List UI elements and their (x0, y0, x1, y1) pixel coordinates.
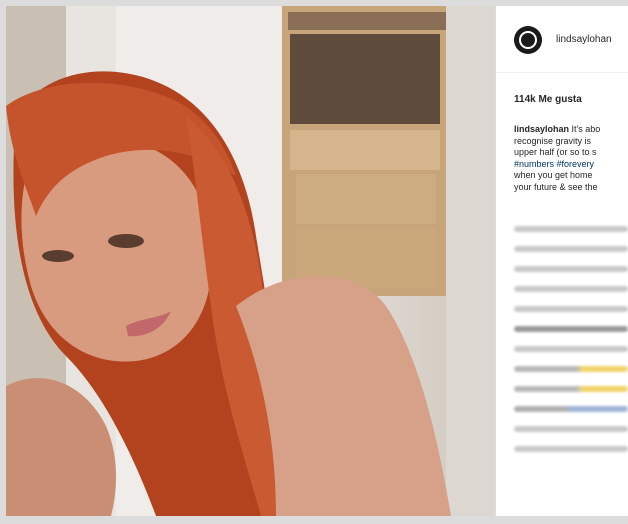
blurred-comment (514, 326, 628, 332)
username-link[interactable]: lindsaylohan (556, 34, 612, 45)
caption-text-line-2: recognise gravity is (514, 135, 592, 146)
post-photo (6, 6, 494, 516)
blurred-comment (514, 366, 628, 372)
selfie-image (6, 6, 494, 516)
blurred-comment (514, 426, 628, 432)
screenshot-frame: lindsaylohan 114k Me gusta lindsaylohan … (0, 0, 628, 524)
blurred-comment (514, 266, 628, 272)
blurred-comment (514, 226, 628, 232)
blurred-comment (514, 246, 628, 252)
caption-text-line-6: your future & see the (514, 181, 598, 192)
caption-text-line-3: upper half (or so to s (514, 147, 597, 157)
blurred-comment (514, 306, 628, 312)
blurred-comment (514, 286, 628, 292)
blurred-comments (514, 226, 628, 466)
caption-text-line-5: when you get home (514, 170, 593, 180)
caption-text-line-1: It's abo (571, 124, 601, 134)
post-header: lindsaylohan (496, 6, 628, 73)
post-caption: lindsaylohan It's abo recognise gravity … (514, 124, 628, 193)
caption-username-link[interactable]: lindsaylohan (514, 124, 569, 134)
post-side-panel: lindsaylohan 114k Me gusta lindsaylohan … (496, 6, 628, 516)
blurred-comment (514, 386, 628, 392)
caption-hashtags[interactable]: #numbers #forevery (514, 159, 628, 171)
likes-count[interactable]: 114k Me gusta (514, 94, 582, 105)
blurred-comment (514, 346, 628, 352)
blurred-comment (514, 446, 628, 452)
blurred-comment (514, 406, 628, 412)
profile-avatar-icon[interactable] (514, 26, 542, 54)
